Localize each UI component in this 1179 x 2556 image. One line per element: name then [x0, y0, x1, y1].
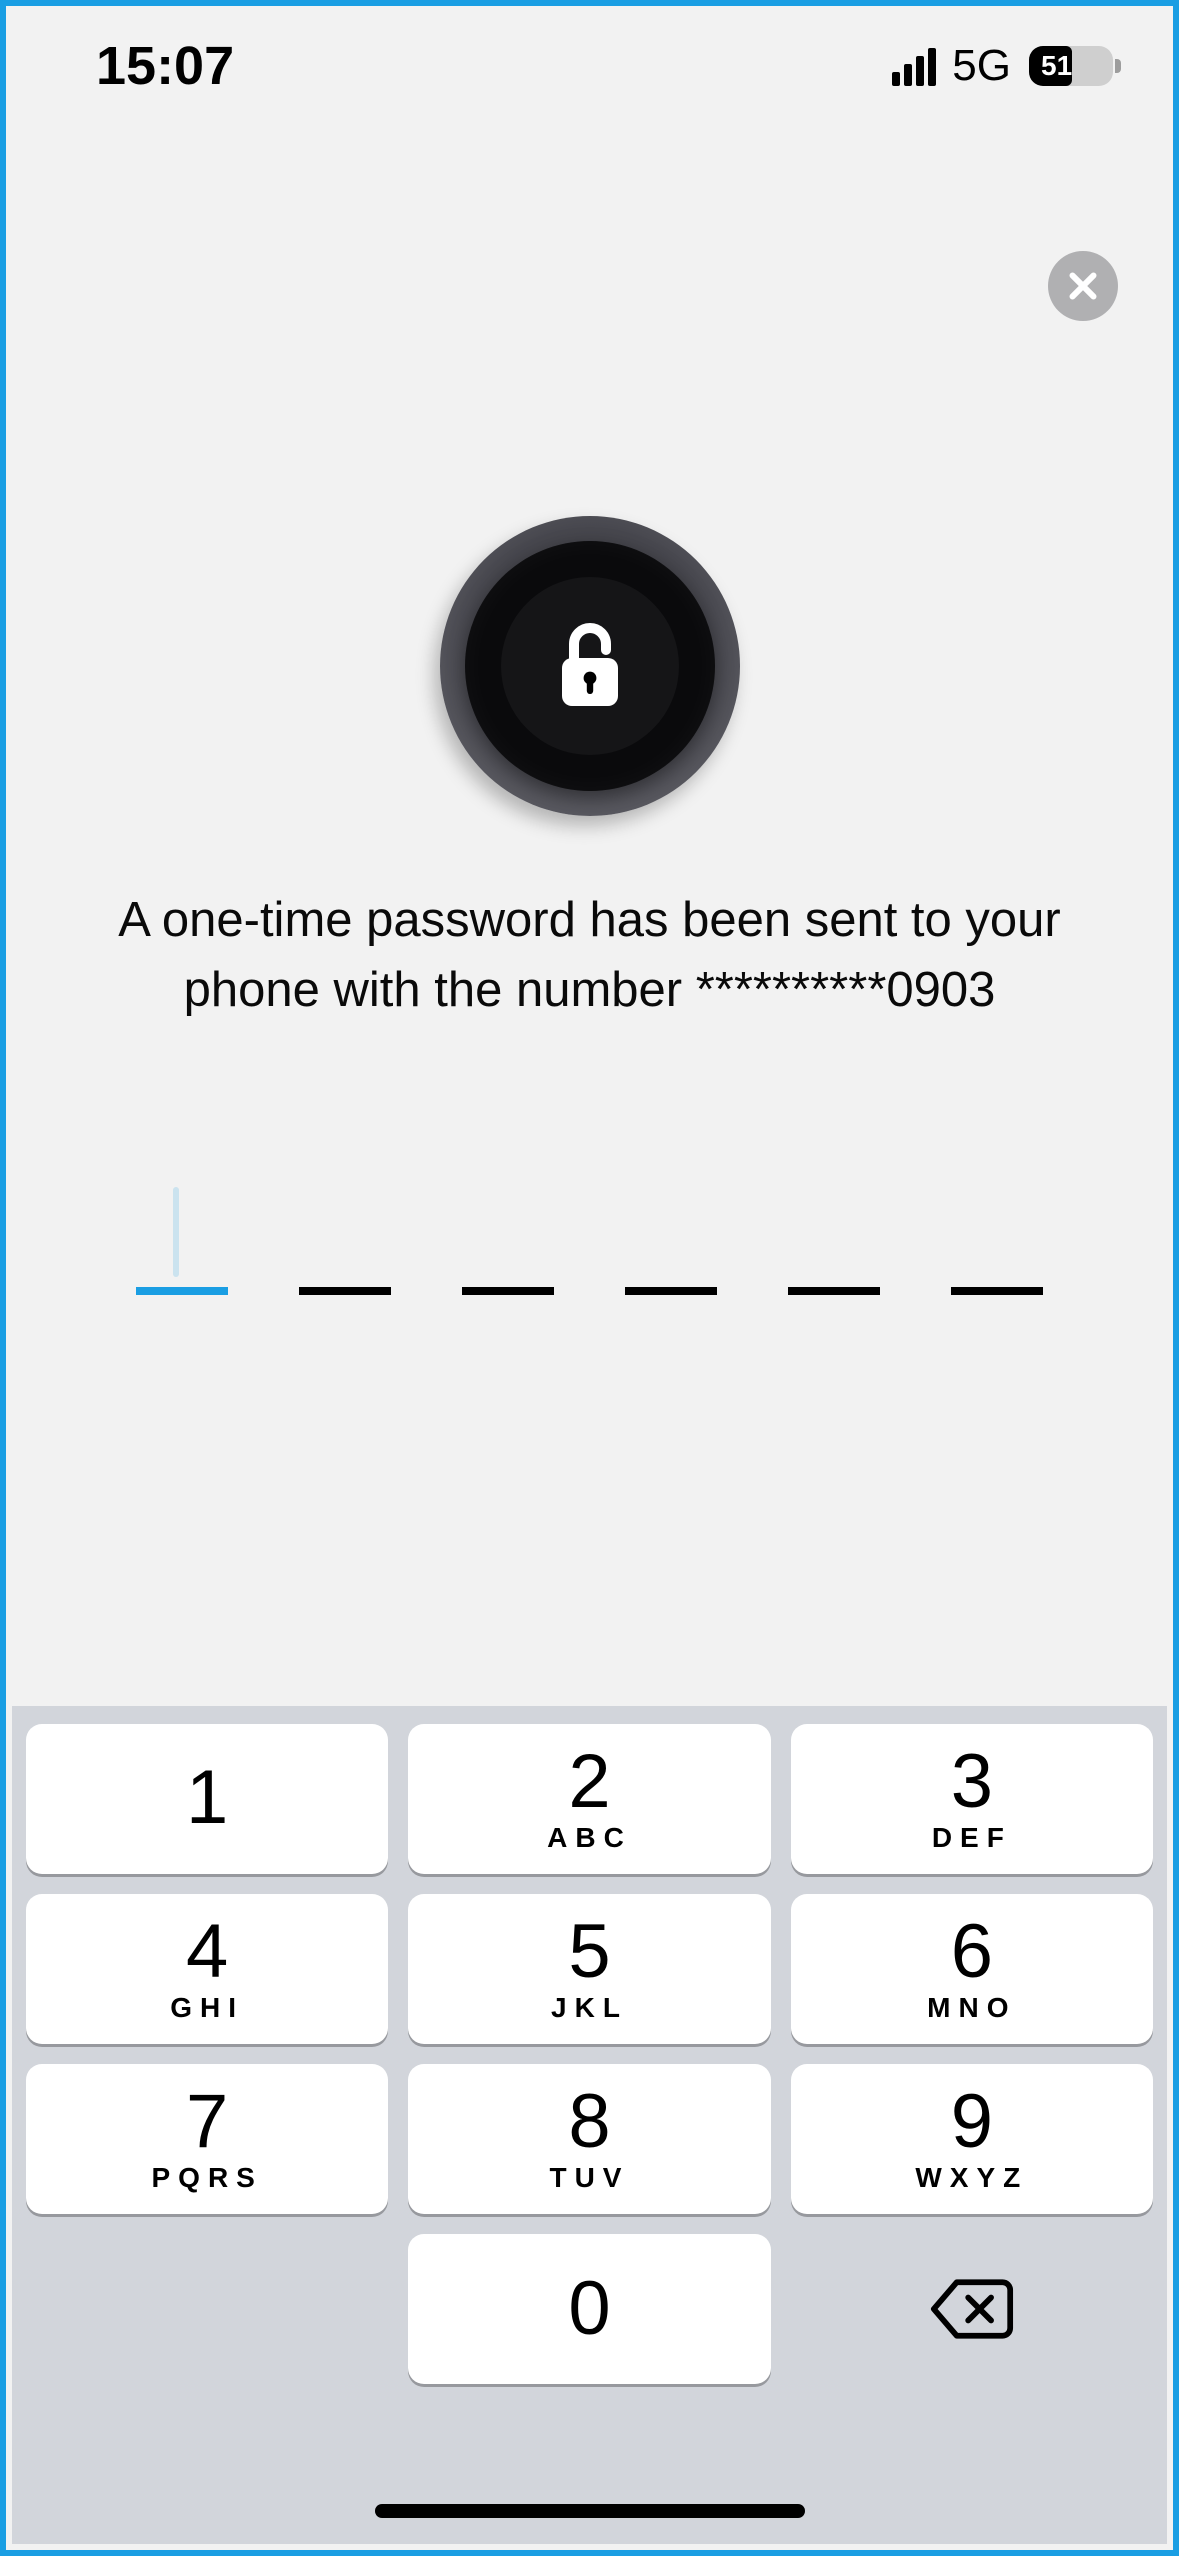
- cellular-signal-icon: [892, 46, 936, 86]
- keypad-key-2[interactable]: 2 ABC: [408, 1724, 770, 1874]
- key-digit-label: 6: [951, 1914, 993, 1990]
- status-right-cluster: 5G 51: [892, 41, 1113, 91]
- otp-input-row[interactable]: [136, 1175, 1043, 1295]
- keypad-key-5[interactable]: 5 JKL: [408, 1894, 770, 2044]
- otp-digit-5[interactable]: [788, 1175, 880, 1295]
- status-bar: 15:07 5G 51: [6, 6, 1173, 126]
- key-digit-label: 0: [568, 2271, 610, 2347]
- keypad-key-6[interactable]: 6 MNO: [791, 1894, 1153, 2044]
- numeric-keypad: 1 2 ABC 3 DEF 4 GHI 5 JKL 6 MNO: [12, 1706, 1167, 2544]
- keypad-key-3[interactable]: 3 DEF: [791, 1724, 1153, 1874]
- key-digit-label: 7: [186, 2084, 228, 2160]
- otp-digit-2[interactable]: [299, 1175, 391, 1295]
- key-digit-label: 2: [568, 1744, 610, 1820]
- key-letters-label: JKL: [551, 1992, 628, 2024]
- otp-digit-6[interactable]: [951, 1175, 1043, 1295]
- key-letters-label: WXYZ: [915, 2162, 1028, 2194]
- key-letters-label: DEF: [932, 1822, 1012, 1854]
- key-digit-label: 3: [951, 1744, 993, 1820]
- otp-instruction-text: A one-time password has been sent to you…: [6, 886, 1173, 1025]
- keypad-key-9[interactable]: 9 WXYZ: [791, 2064, 1153, 2214]
- network-type-label: 5G: [952, 41, 1011, 91]
- close-icon: [1065, 268, 1101, 304]
- lock-open-icon: [548, 618, 632, 714]
- keypad-key-7[interactable]: 7 PQRS: [26, 2064, 388, 2214]
- close-button[interactable]: [1048, 251, 1118, 321]
- key-digit-label: 1: [186, 1760, 228, 1836]
- keypad-backspace[interactable]: [791, 2234, 1153, 2384]
- key-digit-label: 5: [568, 1914, 610, 1990]
- otp-content: A one-time password has been sent to you…: [6, 126, 1173, 1295]
- battery-percent-label: 51: [1029, 50, 1072, 82]
- keypad-key-0[interactable]: 0: [408, 2234, 770, 2384]
- keypad-key-4[interactable]: 4 GHI: [26, 1894, 388, 2044]
- keypad-key-8[interactable]: 8 TUV: [408, 2064, 770, 2214]
- home-indicator[interactable]: [375, 2504, 805, 2518]
- key-letters-label: ABC: [547, 1822, 632, 1854]
- otp-digit-1[interactable]: [136, 1175, 228, 1295]
- backspace-icon: [930, 2277, 1014, 2341]
- key-letters-label: GHI: [170, 1992, 244, 2024]
- key-digit-label: 8: [568, 2084, 610, 2160]
- status-time: 15:07: [96, 35, 234, 97]
- keypad-blank: [26, 2234, 388, 2384]
- key-letters-label: PQRS: [151, 2162, 262, 2194]
- key-letters-label: MNO: [927, 1992, 1016, 2024]
- otp-digit-3[interactable]: [462, 1175, 554, 1295]
- lock-illustration: [440, 516, 740, 816]
- key-digit-label: 9: [951, 2084, 993, 2160]
- key-digit-label: 4: [186, 1914, 228, 1990]
- otp-digit-4[interactable]: [625, 1175, 717, 1295]
- key-letters-label: TUV: [549, 2162, 629, 2194]
- battery-icon: 51: [1029, 46, 1113, 86]
- keypad-key-1[interactable]: 1: [26, 1724, 388, 1874]
